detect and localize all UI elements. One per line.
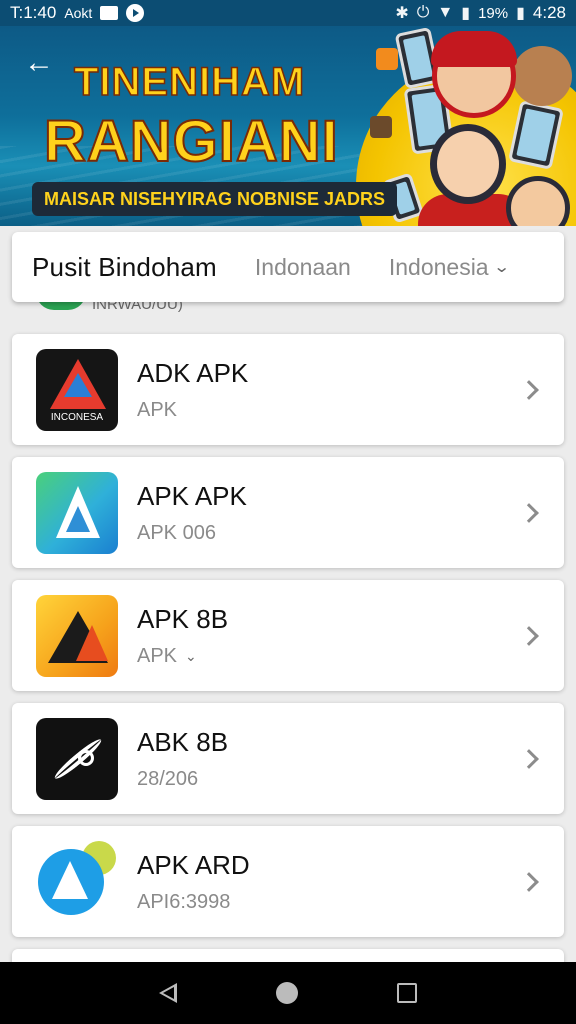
chevron-right-icon <box>519 502 539 523</box>
list-item[interactable]: INCONESA ADK APK APK <box>12 334 564 445</box>
list-item[interactable]: APK ARD API6:3998 <box>12 826 564 937</box>
decor-icon <box>370 116 392 138</box>
system-nav-bar <box>0 962 576 1024</box>
list-item[interactable]: APK APK APK 006 <box>12 457 564 568</box>
region-dropdown[interactable]: Indonesia ⌄ <box>388 253 511 281</box>
nav-recents-icon[interactable] <box>396 983 417 1003</box>
banner-tagline: MAISAR NISEHYIRAG NOBNISE JADRS <box>32 182 398 216</box>
status-time-left: T:1:40 <box>10 3 57 22</box>
app-icon: INCONESA <box>36 348 118 431</box>
battery-icon: ▮ <box>516 5 525 22</box>
alarm-icon: ⏻ <box>416 4 430 21</box>
filter-title[interactable]: Pusit Bindoham <box>32 252 217 283</box>
app-name: APK APK <box>137 480 247 511</box>
app-name: APK ARD <box>137 849 250 880</box>
app-name: ABK 8B <box>137 726 229 757</box>
nav-home-icon[interactable] <box>275 982 298 1004</box>
app-info: APK APK APK 006 <box>137 481 522 545</box>
chevron-down-icon[interactable]: ⌄ <box>185 648 197 665</box>
chevron-right-icon <box>519 625 539 646</box>
status-left: T:1:40 Aokt <box>10 3 145 23</box>
back-arrow-icon[interactable]: ← <box>24 46 54 80</box>
bluetooth-icon: ✱ <box>395 5 409 22</box>
app-subtitle: 28/206 <box>137 767 199 790</box>
app-info: ADK APK APK <box>137 358 522 422</box>
app-list: INCONESA ADK APK APK APK APK APK 006 APK… <box>12 334 564 991</box>
app-icon <box>36 717 118 800</box>
status-clock: 4:28 <box>532 3 566 22</box>
chevron-right-icon <box>519 379 539 400</box>
notification-icon <box>100 6 119 20</box>
mascot-girl-icon <box>430 124 506 204</box>
wifi-icon: ▼ <box>437 4 454 21</box>
chevron-right-icon <box>519 748 539 769</box>
app-icon <box>36 840 118 923</box>
app-subtitle: APK ⌄ <box>137 644 197 667</box>
banner-title-line2: RANGIANI <box>43 108 339 175</box>
nav-back-icon[interactable] <box>159 983 178 1003</box>
app-subtitle: APK <box>137 398 178 421</box>
filter-bar: Pusit Bindoham Indonaan Indonesia ⌄ <box>12 232 564 302</box>
signal-icon: ▮ <box>461 5 471 22</box>
mascot-bear-icon <box>512 46 572 106</box>
decor-icon <box>376 48 398 70</box>
app-icon <box>36 471 118 554</box>
battery-level: 19% <box>478 4 509 22</box>
app-name: ADK APK <box>137 357 249 388</box>
header-banner: ← TINENIHAM RANGIANI MAISAR NISEHYIRAG N… <box>0 26 576 226</box>
app-name: APK 8B <box>137 603 229 634</box>
app-subtitle: APK 006 <box>137 521 216 544</box>
app-info: APK 8B APK ⌄ <box>137 604 522 668</box>
app-info: APK ARD API6:3998 <box>137 850 522 914</box>
banner-title-line1: TINENIHAM <box>73 59 306 105</box>
status-carrier: Aokt <box>64 5 93 21</box>
status-right: ✱ ⏻ ▼ ▮ 19% ▮ 4:28 <box>395 3 566 23</box>
list-item[interactable]: APK 8B APK ⌄ <box>12 580 564 691</box>
filter-option[interactable]: Indonaan <box>255 254 351 281</box>
app-subtitle: API6:3998 <box>137 890 231 913</box>
mascot-boy-icon <box>431 31 517 118</box>
app-icon <box>36 594 118 677</box>
list-item[interactable]: ABK 8B 28/206 <box>12 703 564 814</box>
app-info: ABK 8B 28/206 <box>137 727 522 791</box>
chevron-down-icon: ⌄ <box>492 259 511 276</box>
region-dropdown-label: Indonesia <box>388 253 489 280</box>
app-icon-label: INCONESA <box>50 411 104 423</box>
play-icon <box>126 4 145 22</box>
chevron-right-icon <box>519 871 539 892</box>
status-bar: T:1:40 Aokt ✱ ⏻ ▼ ▮ 19% ▮ 4:28 <box>0 0 576 26</box>
